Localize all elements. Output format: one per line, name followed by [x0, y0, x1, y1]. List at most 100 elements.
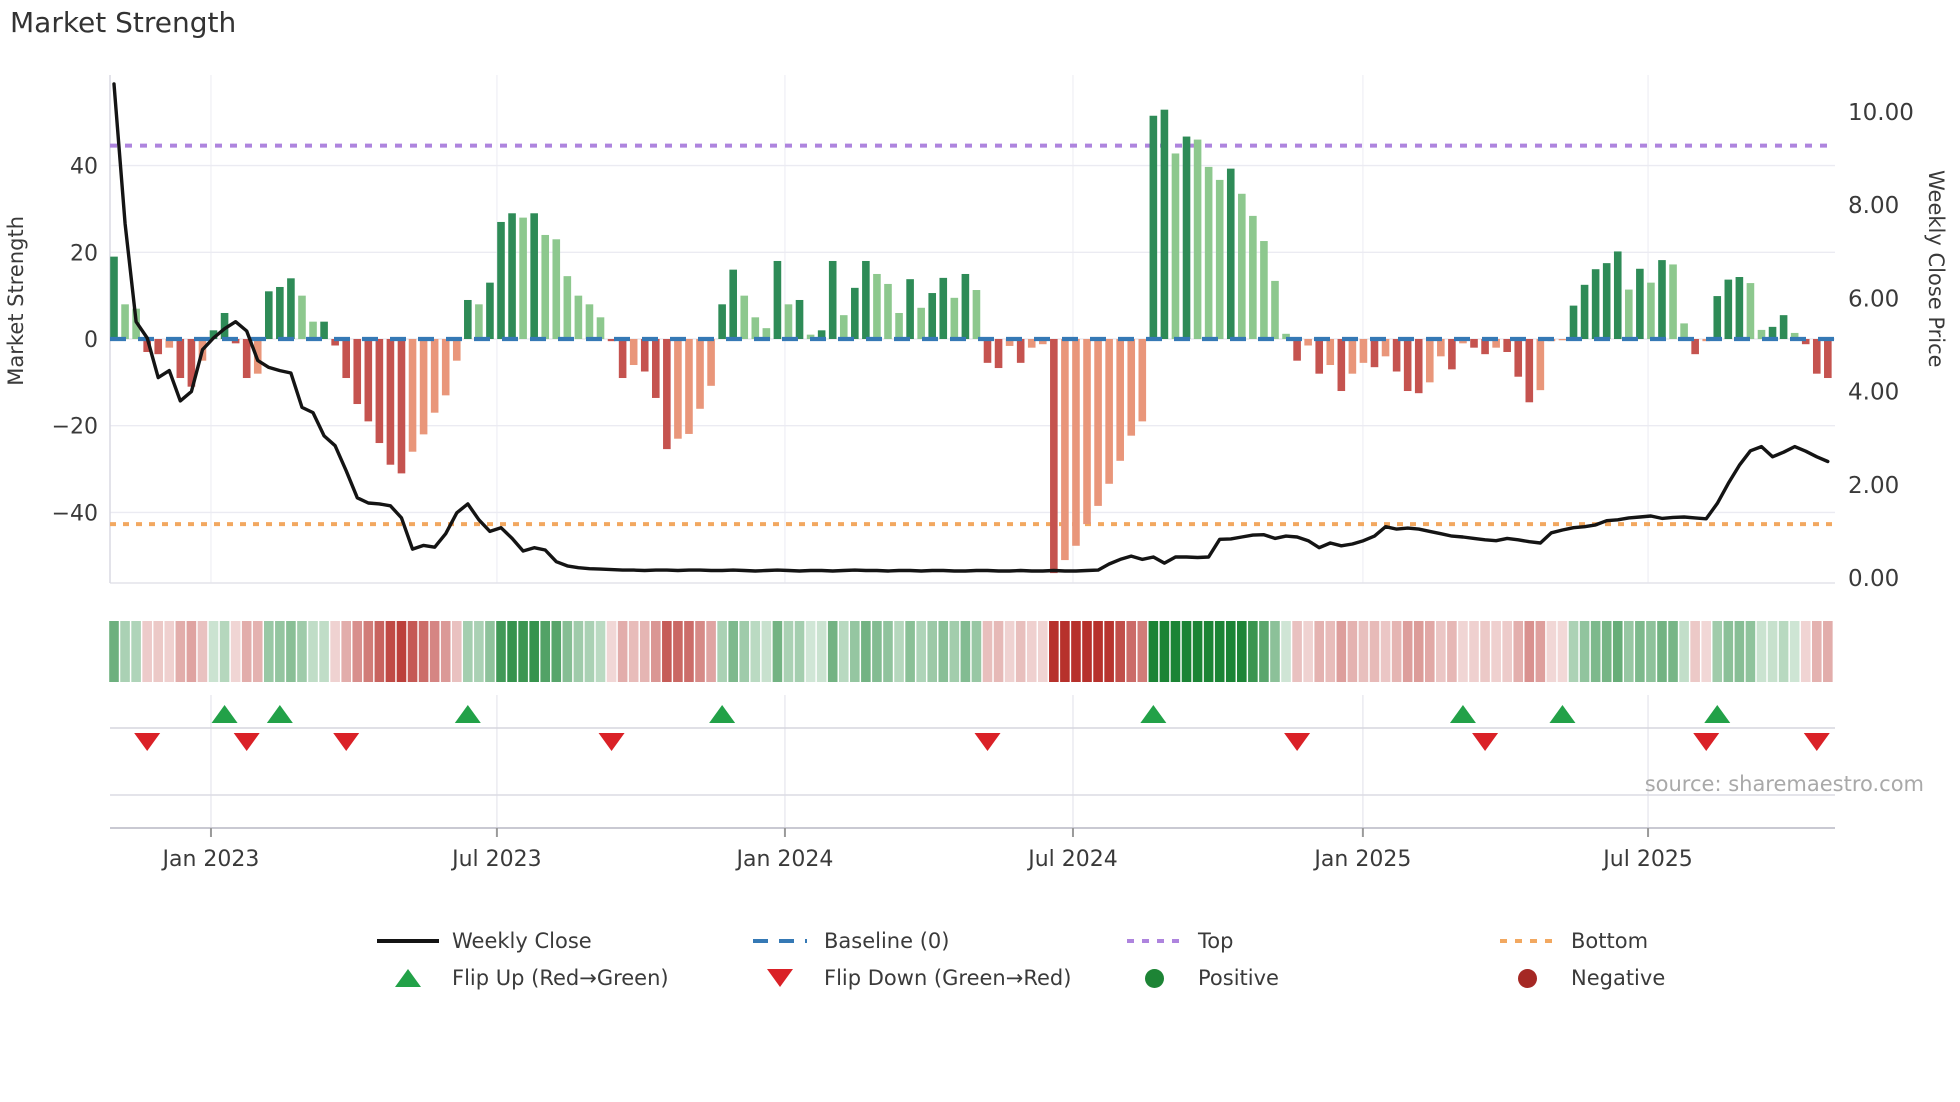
heatmap-cell	[993, 621, 1004, 682]
strength-bar	[1271, 280, 1279, 339]
heatmap-cell	[1657, 621, 1667, 682]
strength-bar	[1403, 339, 1412, 392]
tick-label: 40	[70, 155, 98, 180]
heatmap-cell	[319, 621, 329, 682]
heatmap-cell	[1203, 621, 1214, 682]
heatmap-cell	[684, 621, 694, 682]
legend-item-flip-up[interactable]: Flip Up (Red→Green)	[370, 963, 669, 993]
strength-bar	[1812, 339, 1821, 374]
tick-label: 2.00	[1848, 473, 1899, 499]
heatmap-cell	[1270, 621, 1280, 682]
strength-bar	[1514, 339, 1523, 377]
top-dotted-icon	[1116, 939, 1192, 943]
legend-item-top[interactable]: Top	[1116, 926, 1233, 956]
heatmap-cell	[1004, 621, 1015, 682]
heatmap-cell	[429, 621, 440, 682]
flip-up-marker	[266, 705, 293, 723]
strength-bar	[1116, 339, 1124, 461]
legend-label: Weekly Close	[452, 929, 592, 953]
legend-item-flip-down[interactable]: Flip Down (Green→Red)	[742, 963, 1071, 993]
legend-item-bottom[interactable]: Bottom	[1489, 926, 1648, 956]
strength-bar	[1138, 339, 1147, 422]
strength-bar	[862, 260, 870, 339]
heatmap-cell	[617, 621, 628, 682]
heatmap-strip	[109, 621, 1833, 682]
legend-item-weekly-close[interactable]: Weekly Close	[370, 926, 592, 956]
heatmap-cell	[308, 621, 318, 682]
strength-bar	[1160, 109, 1169, 339]
heatmap-cell	[1756, 621, 1767, 682]
strength-bar	[1359, 339, 1368, 363]
legend-item-negative[interactable]: Negative	[1489, 963, 1665, 993]
strength-bar	[1625, 289, 1633, 339]
heatmap-cell	[330, 621, 340, 682]
strength-bar	[1315, 339, 1324, 374]
heatmap-cell	[1535, 621, 1546, 682]
flip-up-triangle-icon	[370, 969, 446, 987]
heatmap-cell	[1413, 621, 1424, 682]
heatmap-cell	[584, 621, 595, 682]
strength-bar	[928, 293, 937, 339]
heatmap-cell	[120, 621, 130, 682]
source-watermark: source: sharemaestro.com	[1644, 772, 1924, 796]
heatmap-cell	[374, 621, 385, 682]
heatmap-cell	[717, 621, 727, 682]
strength-bar	[1083, 339, 1091, 525]
heatmap-cell	[1579, 621, 1590, 682]
heatmap-cell	[971, 621, 982, 682]
legend-item-positive[interactable]: Positive	[1116, 963, 1279, 993]
heatmap-cell	[208, 621, 219, 682]
heatmap-cell	[341, 621, 351, 682]
strength-bar	[574, 295, 583, 339]
strength-bar	[1658, 260, 1666, 339]
heatmap-cell	[1635, 621, 1645, 682]
heatmap-cell	[927, 621, 938, 682]
strength-bar	[176, 339, 185, 379]
heatmap-cell	[1237, 621, 1247, 682]
strength-bar	[596, 317, 605, 339]
heatmap-cell	[518, 621, 528, 682]
heatmap-cell	[1823, 621, 1833, 682]
strength-bar	[906, 279, 914, 339]
heatmap-cell	[1347, 621, 1358, 682]
legend-label: Baseline (0)	[824, 929, 950, 953]
strength-bar	[618, 339, 627, 379]
strength-bar	[972, 290, 981, 339]
legend-item-baseline[interactable]: Baseline (0)	[742, 926, 949, 956]
heatmap-cell	[1060, 621, 1070, 682]
strength-bar	[353, 339, 362, 405]
gridlines	[109, 75, 1835, 828]
heatmap-cell	[1590, 621, 1601, 682]
strength-bar	[1392, 339, 1401, 372]
strength-bar	[1337, 339, 1346, 392]
heatmap-cell	[1380, 621, 1391, 682]
strength-bar	[1779, 315, 1788, 339]
heatmap-cell	[573, 621, 584, 682]
legend-label: Bottom	[1571, 929, 1649, 953]
flip-up-marker	[1704, 705, 1731, 723]
strength-bar	[1260, 241, 1268, 339]
heatmap-cell	[1679, 621, 1689, 682]
tick-label: Jan 2025	[1312, 847, 1411, 872]
strength-bar	[740, 295, 749, 339]
tick-label: 0	[84, 328, 98, 353]
strength-bar	[961, 273, 970, 339]
right-axis-title: Weekly Close Price	[1924, 170, 1948, 368]
heatmap-cell	[1281, 621, 1291, 682]
strength-bar	[1381, 339, 1390, 357]
strength-bar	[917, 307, 925, 339]
heatmap-cell	[695, 621, 705, 682]
heatmap-cell	[474, 621, 484, 682]
heatmap-cell	[297, 621, 307, 682]
heatmap-cell	[164, 621, 175, 682]
strength-bar	[430, 339, 439, 413]
heatmap-cell	[1513, 621, 1524, 682]
strength-bar	[1470, 339, 1478, 348]
market-strength-chart: 40 20 0 −20 −40 10.00 8.00 6.00 4.00 2.00 0.00 Jan …	[52, 75, 1914, 872]
heatmap-cell	[440, 621, 451, 682]
positive-circle-icon	[1116, 968, 1192, 988]
heatmap-cell	[706, 621, 716, 682]
heatmap-cell	[352, 621, 363, 682]
heatmap-cell	[230, 621, 241, 682]
strength-bar	[309, 321, 317, 339]
